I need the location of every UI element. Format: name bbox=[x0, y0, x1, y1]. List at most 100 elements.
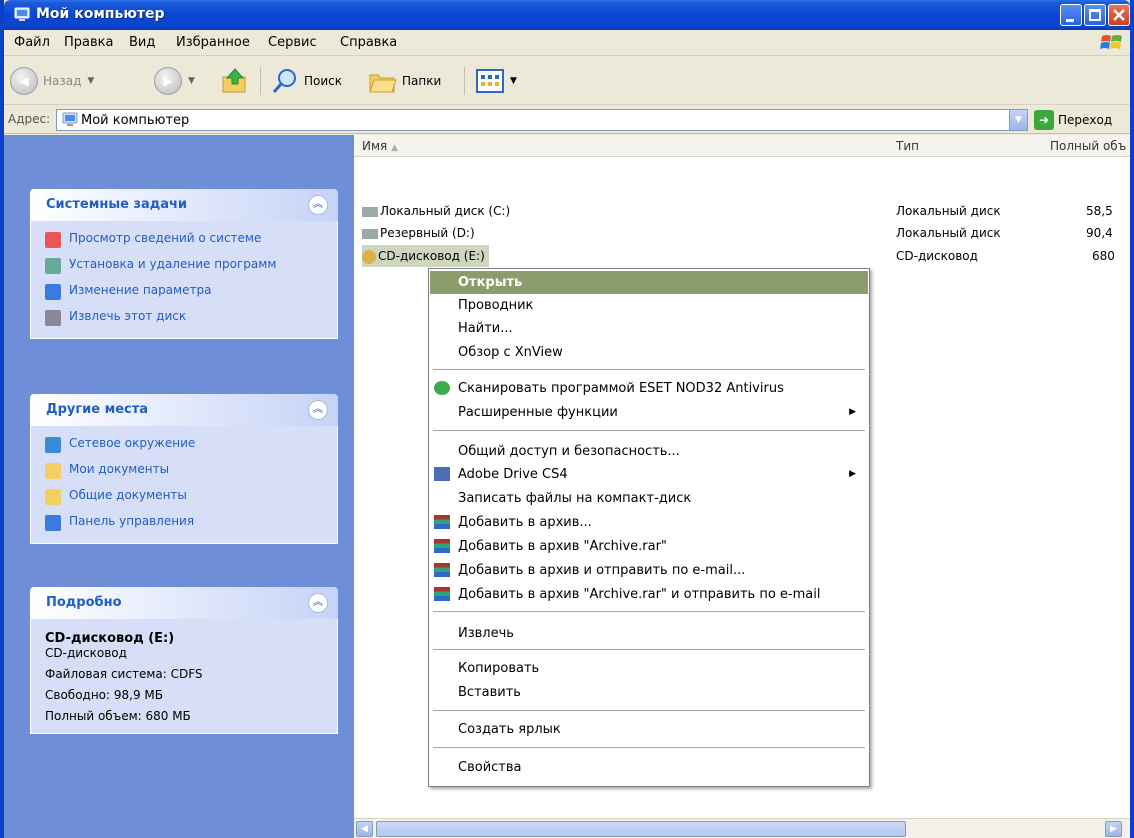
list-item-drive-c[interactable]: Локальный диск (C:) Локальный диск 58,5 bbox=[354, 200, 1130, 222]
hard-drive-icon bbox=[362, 228, 378, 239]
menu-label: Добавить в архив "Archive.rar" и отправи… bbox=[458, 587, 821, 602]
menu-separator bbox=[433, 747, 865, 748]
menu-xnview[interactable]: Обзор с XnView bbox=[430, 341, 868, 364]
collapse-icon[interactable]: ︽ bbox=[308, 400, 328, 420]
place-shared-documents[interactable]: Общие документы bbox=[45, 488, 323, 505]
place-my-documents[interactable]: Мои документы bbox=[45, 462, 323, 479]
system-tasks-header[interactable]: Системные задачи ︽ bbox=[30, 189, 338, 221]
menu-advanced[interactable]: Расширенные функции ▶ bbox=[430, 401, 868, 424]
views-button[interactable]: ▼ bbox=[476, 65, 517, 97]
horizontal-scrollbar[interactable]: ◀ ▶ bbox=[354, 818, 1130, 838]
place-network[interactable]: Сетевое окружение bbox=[45, 436, 323, 453]
go-button[interactable]: ➔ Переход bbox=[1034, 110, 1112, 130]
folders-icon bbox=[369, 74, 397, 93]
control-panel-icon bbox=[45, 284, 61, 300]
address-input[interactable]: Мой компьютер ▼ bbox=[56, 109, 1028, 131]
menu-add-archive-rar-email[interactable]: Добавить в архив "Archive.rar" и отправи… bbox=[430, 583, 868, 606]
folders-button[interactable]: Папки bbox=[368, 65, 441, 97]
place-label: Общие документы bbox=[69, 488, 187, 502]
task-pane: Системные задачи ︽ Просмотр сведений о с… bbox=[4, 135, 354, 838]
menu-sharing[interactable]: Общий доступ и безопасность... bbox=[430, 440, 868, 463]
scroll-right-button[interactable]: ▶ bbox=[1105, 821, 1122, 837]
menu-create-shortcut[interactable]: Создать ярлык bbox=[430, 718, 868, 741]
sort-up-icon: ▲ bbox=[391, 143, 398, 153]
task-label: Просмотр сведений о системе bbox=[69, 231, 262, 245]
menu-separator bbox=[433, 649, 865, 650]
adobe-drive-icon bbox=[434, 467, 450, 481]
maximize-button[interactable] bbox=[1084, 4, 1106, 26]
menu-adobe-drive[interactable]: Adobe Drive CS4 ▶ bbox=[430, 463, 868, 486]
task-label: Извлечь этот диск bbox=[69, 309, 187, 323]
place-label: Сетевое окружение bbox=[69, 436, 196, 450]
task-add-remove-programs[interactable]: Установка и удаление программ bbox=[45, 257, 323, 274]
menu-view[interactable]: Вид bbox=[129, 35, 155, 50]
details-header[interactable]: Подробно ︽ bbox=[30, 587, 338, 619]
column-header-name[interactable]: Имя ▲ bbox=[354, 135, 888, 157]
menu-separator bbox=[433, 430, 865, 431]
menu-copy[interactable]: Копировать bbox=[430, 657, 868, 680]
back-label: Назад bbox=[43, 74, 82, 88]
folder-icon bbox=[45, 463, 61, 479]
other-places-panel: Другие места ︽ Сетевое окружение Мои док… bbox=[30, 394, 338, 544]
task-system-info[interactable]: Просмотр сведений о системе bbox=[45, 231, 323, 248]
menu-edit[interactable]: Правка bbox=[64, 35, 113, 50]
column-label: Тип bbox=[896, 139, 919, 153]
column-header-size[interactable]: Полный объ bbox=[1030, 135, 1130, 157]
list-item-drive-d[interactable]: Резервный (D:) Локальный диск 90,4 bbox=[354, 222, 1130, 244]
row-name: CD-дисковод (E:) bbox=[378, 249, 485, 263]
scroll-thumb[interactable] bbox=[376, 821, 906, 837]
menu-find[interactable]: Найти... bbox=[430, 317, 868, 340]
menu-favorites[interactable]: Избранное bbox=[176, 35, 250, 50]
back-button[interactable]: ◀ Назад ▼ bbox=[10, 65, 94, 97]
menu-label: Копировать bbox=[458, 661, 540, 676]
menu-paste[interactable]: Вставить bbox=[430, 681, 868, 704]
menu-label: Записать файлы на компакт-диск bbox=[458, 491, 692, 506]
column-header-type[interactable]: Тип bbox=[888, 135, 1030, 157]
menu-add-archive-email[interactable]: Добавить в архив и отправить по e-mail..… bbox=[430, 559, 868, 582]
column-label: Полный объ bbox=[1050, 139, 1127, 153]
task-change-setting[interactable]: Изменение параметра bbox=[45, 283, 323, 300]
task-eject-disk[interactable]: Извлечь этот диск bbox=[45, 309, 323, 326]
row-type: Локальный диск bbox=[896, 204, 1001, 218]
menu-add-archive[interactable]: Добавить в архив... bbox=[430, 511, 868, 534]
menu-eject[interactable]: Извлечь bbox=[430, 622, 868, 645]
address-dropdown-button[interactable]: ▼ bbox=[1009, 110, 1027, 130]
menu-eset-scan[interactable]: Сканировать программой ESET NOD32 Antivi… bbox=[430, 377, 868, 400]
menu-bar: Файл Правка Вид Избранное Сервис Справка bbox=[4, 30, 1130, 56]
menu-tools[interactable]: Сервис bbox=[268, 35, 317, 50]
minimize-button[interactable] bbox=[1060, 4, 1082, 26]
collapse-icon[interactable]: ︽ bbox=[308, 195, 328, 215]
menu-label: Добавить в архив и отправить по e-mail..… bbox=[458, 563, 746, 578]
menu-help[interactable]: Справка bbox=[340, 35, 397, 50]
title-bar[interactable]: Мой компьютер bbox=[4, 0, 1130, 30]
menu-open[interactable]: Открыть bbox=[430, 271, 868, 294]
menu-label: Сканировать программой ESET NOD32 Antivi… bbox=[458, 381, 784, 396]
place-control-panel[interactable]: Панель управления bbox=[45, 514, 323, 531]
up-folder-button[interactable] bbox=[220, 65, 250, 97]
task-label: Изменение параметра bbox=[69, 283, 212, 297]
list-item-drive-e[interactable]: CD-дисковод (E:) CD-дисковод 680 bbox=[354, 245, 1130, 267]
menu-separator bbox=[433, 369, 865, 370]
winrar-icon bbox=[434, 515, 450, 529]
menu-burn-cd[interactable]: Записать файлы на компакт-диск bbox=[430, 487, 868, 510]
scroll-left-button[interactable]: ◀ bbox=[356, 821, 373, 837]
forward-arrow-icon: ▶ bbox=[154, 67, 182, 95]
column-label: Имя bbox=[362, 139, 388, 153]
forward-button[interactable]: ▶ ▼ bbox=[154, 65, 195, 97]
window-title: Мой компьютер bbox=[36, 6, 165, 22]
context-menu: Открыть Проводник Найти... Обзор с XnVie… bbox=[428, 268, 870, 787]
menu-label: Проводник bbox=[458, 298, 534, 313]
toolbar: ◀ Назад ▼ ▶ ▼ Поиск Папки ▼ bbox=[4, 57, 1130, 105]
menu-add-archive-rar[interactable]: Добавить в архив "Archive.rar" bbox=[430, 535, 868, 558]
menu-properties[interactable]: Свойства bbox=[430, 756, 868, 779]
search-button[interactable]: Поиск bbox=[270, 65, 342, 97]
menu-file[interactable]: Файл bbox=[14, 35, 50, 50]
menu-explorer[interactable]: Проводник bbox=[430, 294, 868, 317]
other-places-header[interactable]: Другие места ︽ bbox=[30, 394, 338, 426]
panel-title: Подробно bbox=[46, 595, 122, 610]
close-button[interactable] bbox=[1108, 4, 1130, 26]
collapse-icon[interactable]: ︽ bbox=[308, 593, 328, 613]
system-info-icon bbox=[45, 232, 61, 248]
views-grid-icon bbox=[476, 69, 504, 93]
search-icon bbox=[272, 69, 296, 93]
